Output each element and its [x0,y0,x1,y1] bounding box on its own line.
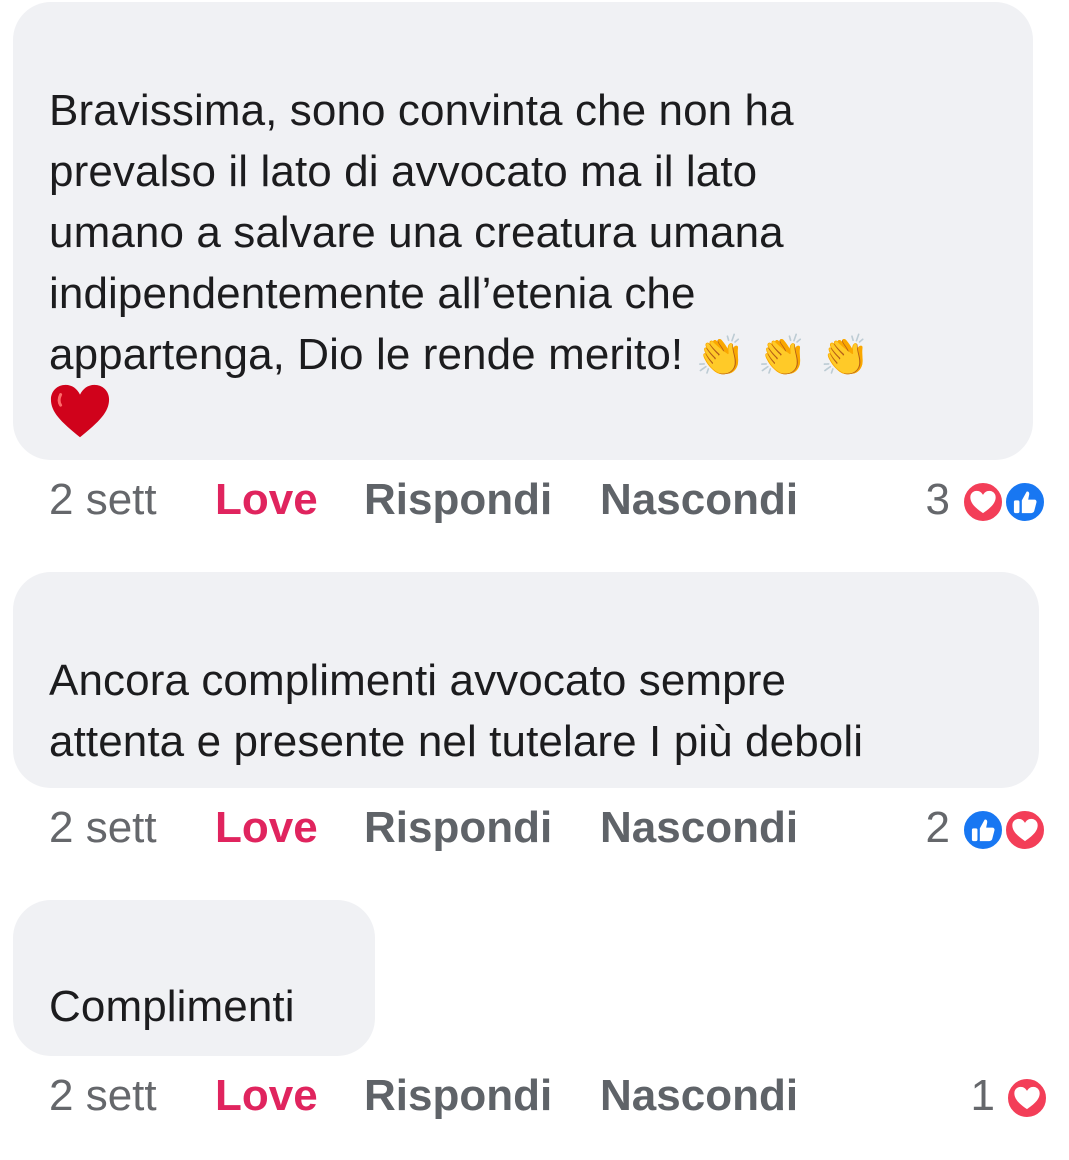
reply-button[interactable]: Rispondi [364,1066,552,1126]
comment-1: Bravissima, sono convinta che non ha pre… [0,0,1069,540]
comment-actions: 2 sett Love Rispondi Nascondi 1 [0,1066,1069,1126]
love-reaction-icon [1005,1076,1049,1120]
comment-text-line: Ancora complimenti avvocato sempre [49,656,787,705]
comment-text-line: Complimenti [49,982,295,1031]
reaction-count[interactable]: 2 [900,798,950,858]
clapping-hands-icon: 👏 [695,333,746,379]
comment-actions: 2 sett Love Rispondi Nascondi 3 [0,470,1069,530]
comment-text-segment: appartenga, Dio le rende merito! [49,330,684,379]
hide-button[interactable]: Nascondi [600,1066,798,1126]
love-reaction-icon [961,480,1005,524]
reaction-count[interactable]: 3 [900,470,950,530]
red-heart-icon [49,382,111,442]
comments-list: Bravissima, sono convinta che non ha pre… [0,0,1069,1160]
comment-3: Complimenti 2 sett Love Rispondi Nascond… [0,898,1069,1138]
comment-text-line: umano a salvare una creatura umana [49,208,784,257]
hide-button[interactable]: Nascondi [600,798,798,858]
love-reaction-icon [1003,808,1047,852]
comment-text-line: indipendentemente all’etenia che [49,269,696,318]
comment-timestamp: 2 sett [49,1071,157,1120]
hide-button[interactable]: Nascondi [600,470,798,530]
comment-timestamp: 2 sett [49,803,157,852]
clapping-hands-icon: 👏 [820,333,870,379]
like-reaction-icon [1003,480,1047,524]
love-button[interactable]: Love [215,1066,318,1126]
comment-text-line: prevalso il lato di avvocato ma il lato [49,147,758,196]
reply-button[interactable]: Rispondi [364,798,552,858]
reaction-count[interactable]: 1 [945,1066,995,1126]
comment-text-line: attenta e presente nel tutelare I più de… [49,717,864,766]
like-reaction-icon [961,808,1005,852]
comment-text-line: appartenga, Dio le rende merito! 👏 👏 👏 [49,324,870,387]
comment-text-line: Bravissima, sono convinta che non ha [49,86,794,135]
love-button[interactable]: Love [215,470,318,530]
clapping-hands-icon: 👏 [757,333,808,379]
comment-2: Ancora complimenti avvocato sempre atten… [0,570,1069,870]
reply-button[interactable]: Rispondi [364,470,552,530]
comment-timestamp: 2 sett [49,475,157,524]
love-button[interactable]: Love [215,798,318,858]
comment-actions: 2 sett Love Rispondi Nascondi 2 [0,798,1069,858]
